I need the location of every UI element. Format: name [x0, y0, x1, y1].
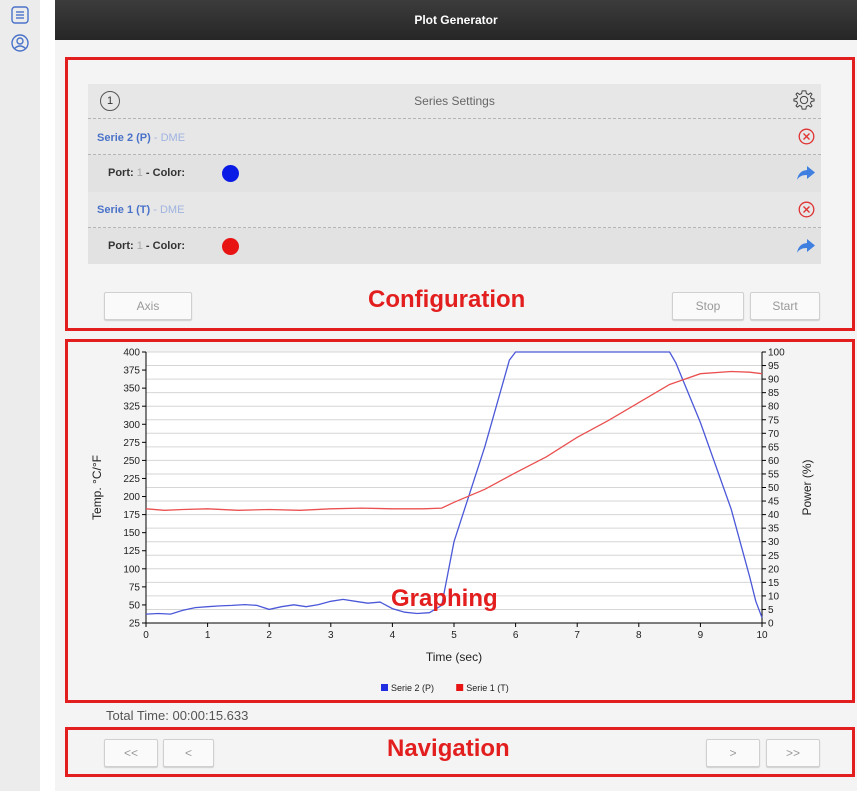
sidebar [0, 0, 40, 791]
menu-list-icon[interactable] [10, 5, 30, 25]
total-time-text: Total Time: 00:00:15.633 [106, 708, 249, 723]
graphing-label: Graphing [391, 585, 498, 612]
configuration-label: Configuration [368, 286, 526, 313]
navigation-label: Navigation [387, 735, 510, 762]
title-bar: Plot Generator [55, 0, 857, 40]
graphing-highlight-box [65, 339, 855, 703]
app-title: Plot Generator [414, 13, 498, 27]
user-icon[interactable] [10, 33, 30, 53]
